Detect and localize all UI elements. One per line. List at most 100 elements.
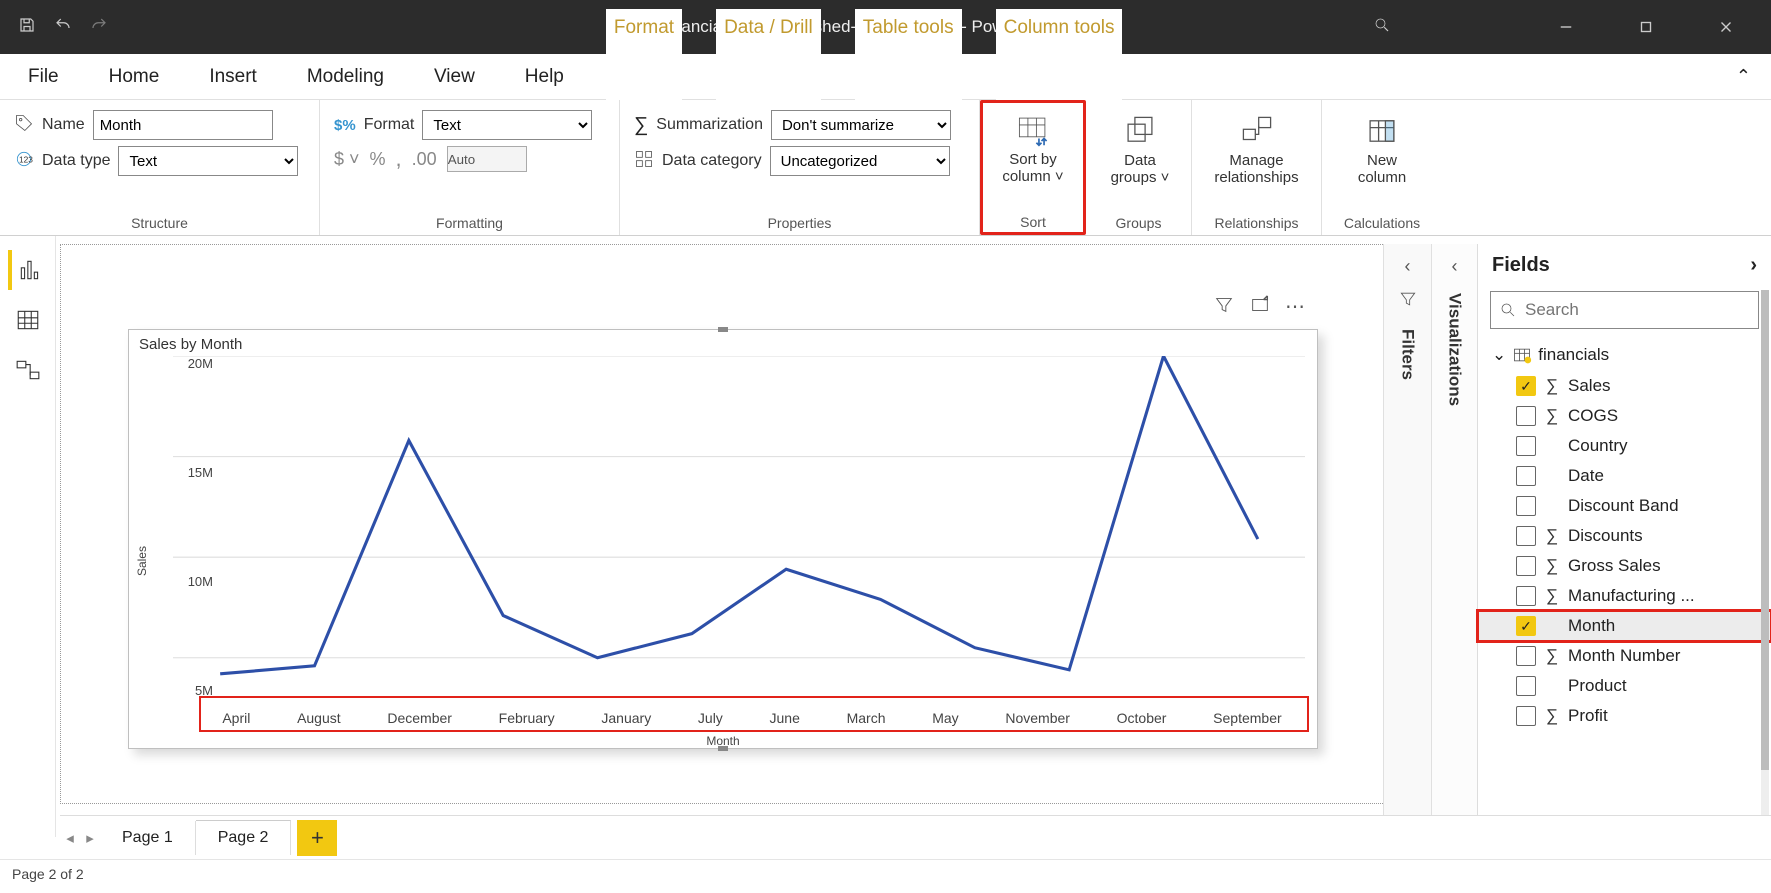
tab-modeling[interactable]: Modeling	[299, 58, 392, 96]
auto-input[interactable]	[447, 146, 527, 172]
fields-search[interactable]	[1490, 291, 1759, 329]
fields-list: ∑ Sales∑COGSCountry Date Discount Band ∑ Dis…	[1478, 371, 1771, 731]
page-tab-2[interactable]: Page 2	[196, 820, 292, 855]
field-checkbox[interactable]	[1516, 676, 1536, 696]
tab-view[interactable]: View	[426, 58, 483, 96]
close-button[interactable]	[1701, 0, 1751, 54]
comma-icon[interactable]: ,	[396, 146, 402, 172]
save-icon[interactable]	[18, 16, 36, 38]
chevron-left-icon[interactable]: ‹	[1452, 256, 1458, 277]
data-view-button[interactable]	[8, 300, 48, 340]
field-row[interactable]: Discount Band	[1478, 491, 1771, 521]
scrollbar-thumb[interactable]	[1761, 290, 1769, 770]
field-checkbox[interactable]	[1516, 526, 1536, 546]
status-text: Page 2 of 2	[12, 866, 84, 882]
field-label: Discounts	[1568, 526, 1643, 546]
field-row[interactable]: ∑ Sales	[1478, 371, 1771, 401]
decimal-icon[interactable]: .00	[412, 149, 437, 170]
field-label: Discount Band	[1568, 496, 1679, 516]
report-canvas[interactable]: ⋯ Sales by Month 20M 15M 10M 5M Sales Ap…	[60, 244, 1405, 804]
field-checkbox[interactable]	[1516, 646, 1536, 666]
field-row[interactable]: Date	[1478, 461, 1771, 491]
format-icon: $%	[334, 117, 356, 134]
field-row[interactable]: ∑COGS	[1478, 401, 1771, 431]
redo-icon[interactable]	[90, 16, 108, 38]
page-prev[interactable]: ◂	[60, 829, 80, 847]
sigma-icon: ∑	[1544, 526, 1560, 546]
summarization-select[interactable]: Don't summarize	[771, 110, 951, 140]
ribbon: Name 123 Data type Text Structure $% For…	[0, 100, 1771, 236]
field-row[interactable]: ∑Profit	[1478, 701, 1771, 731]
filter-icon[interactable]	[1213, 294, 1235, 320]
new-column-button[interactable]: New column	[1336, 110, 1428, 190]
field-row[interactable]: ∑Month Number	[1478, 641, 1771, 671]
filter-icon	[1398, 289, 1418, 313]
add-page-button[interactable]: +	[297, 820, 337, 856]
page-next[interactable]: ▸	[80, 829, 100, 847]
model-view-button[interactable]	[8, 350, 48, 390]
field-checkbox[interactable]	[1516, 586, 1536, 606]
maximize-button[interactable]	[1621, 0, 1671, 54]
more-options-icon[interactable]: ⋯	[1285, 294, 1305, 320]
datatype-icon: 123	[14, 149, 34, 173]
field-row[interactable]: ∑Manufacturing ...	[1478, 581, 1771, 611]
report-view-button[interactable]	[8, 250, 48, 290]
field-checkbox[interactable]	[1516, 496, 1536, 516]
x-axis-title: Month	[706, 734, 739, 748]
field-row[interactable]: ∑Gross Sales	[1478, 551, 1771, 581]
name-input[interactable]	[93, 110, 273, 140]
sort-by-column-button[interactable]: Sort by column ˅	[987, 109, 1079, 189]
field-checkbox[interactable]	[1516, 556, 1536, 576]
field-label: Profit	[1568, 706, 1608, 726]
chart-visual[interactable]: ⋯ Sales by Month 20M 15M 10M 5M Sales Ap…	[128, 329, 1318, 749]
ribbon-group-groups: Data groups ˅ Groups	[1086, 100, 1192, 235]
name-label: Name	[42, 116, 85, 134]
field-label: Date	[1568, 466, 1604, 486]
chevron-right-icon[interactable]: ›	[1750, 254, 1757, 277]
fields-search-input[interactable]	[1525, 300, 1750, 320]
field-checkbox[interactable]	[1516, 436, 1536, 456]
currency-icon[interactable]: $ ˅	[334, 149, 360, 170]
ribbon-collapse-icon[interactable]: ⌃	[1736, 66, 1751, 87]
field-checkbox[interactable]	[1516, 466, 1536, 486]
manage-relationships-button[interactable]: Manage relationships	[1206, 110, 1307, 190]
chart-plot-area	[173, 356, 1305, 698]
undo-icon[interactable]	[54, 16, 72, 38]
focus-mode-icon[interactable]	[1249, 294, 1271, 320]
summarization-label: Summarization	[656, 116, 763, 134]
svg-text:123: 123	[19, 154, 33, 164]
fields-table-header[interactable]: ⌄ financials	[1478, 339, 1771, 371]
datatype-label: Data type	[42, 152, 110, 170]
expand-icon[interactable]: ⌄	[1492, 345, 1506, 365]
data-groups-button[interactable]: Data groups ˅	[1100, 110, 1180, 190]
selection-handle[interactable]	[718, 327, 728, 332]
tab-home[interactable]: Home	[101, 58, 168, 96]
format-select[interactable]: Text	[422, 110, 592, 140]
datacategory-select[interactable]: Uncategorized	[770, 146, 950, 176]
table-icon	[1512, 345, 1532, 365]
field-row[interactable]: ∑ Discounts	[1478, 521, 1771, 551]
field-checkbox[interactable]	[1516, 706, 1536, 726]
filters-pane-collapsed[interactable]: ‹ Filters	[1383, 244, 1431, 859]
page-tabs: ◂ ▸ Page 1 Page 2 +	[60, 815, 1771, 859]
page-tab-1[interactable]: Page 1	[100, 821, 196, 855]
field-label: Month	[1568, 616, 1615, 636]
minimize-button[interactable]	[1541, 0, 1591, 54]
field-checkbox[interactable]	[1516, 616, 1536, 636]
visualizations-pane-collapsed[interactable]: ‹ Visualizations	[1431, 244, 1477, 859]
search-icon	[1499, 301, 1517, 319]
tab-help[interactable]: Help	[517, 58, 572, 96]
tab-insert[interactable]: Insert	[201, 58, 265, 96]
percent-icon[interactable]: %	[370, 149, 386, 170]
field-checkbox[interactable]	[1516, 406, 1536, 426]
search-icon[interactable]	[1373, 16, 1391, 38]
field-label: Gross Sales	[1568, 556, 1661, 576]
datatype-select[interactable]: Text	[118, 146, 298, 176]
chevron-left-icon[interactable]: ‹	[1405, 256, 1411, 277]
field-row[interactable]: Country	[1478, 431, 1771, 461]
field-row[interactable]: Product	[1478, 671, 1771, 701]
category-icon	[634, 149, 654, 173]
field-checkbox[interactable]	[1516, 376, 1536, 396]
tab-file[interactable]: File	[20, 58, 67, 96]
field-row[interactable]: Month	[1478, 611, 1771, 641]
